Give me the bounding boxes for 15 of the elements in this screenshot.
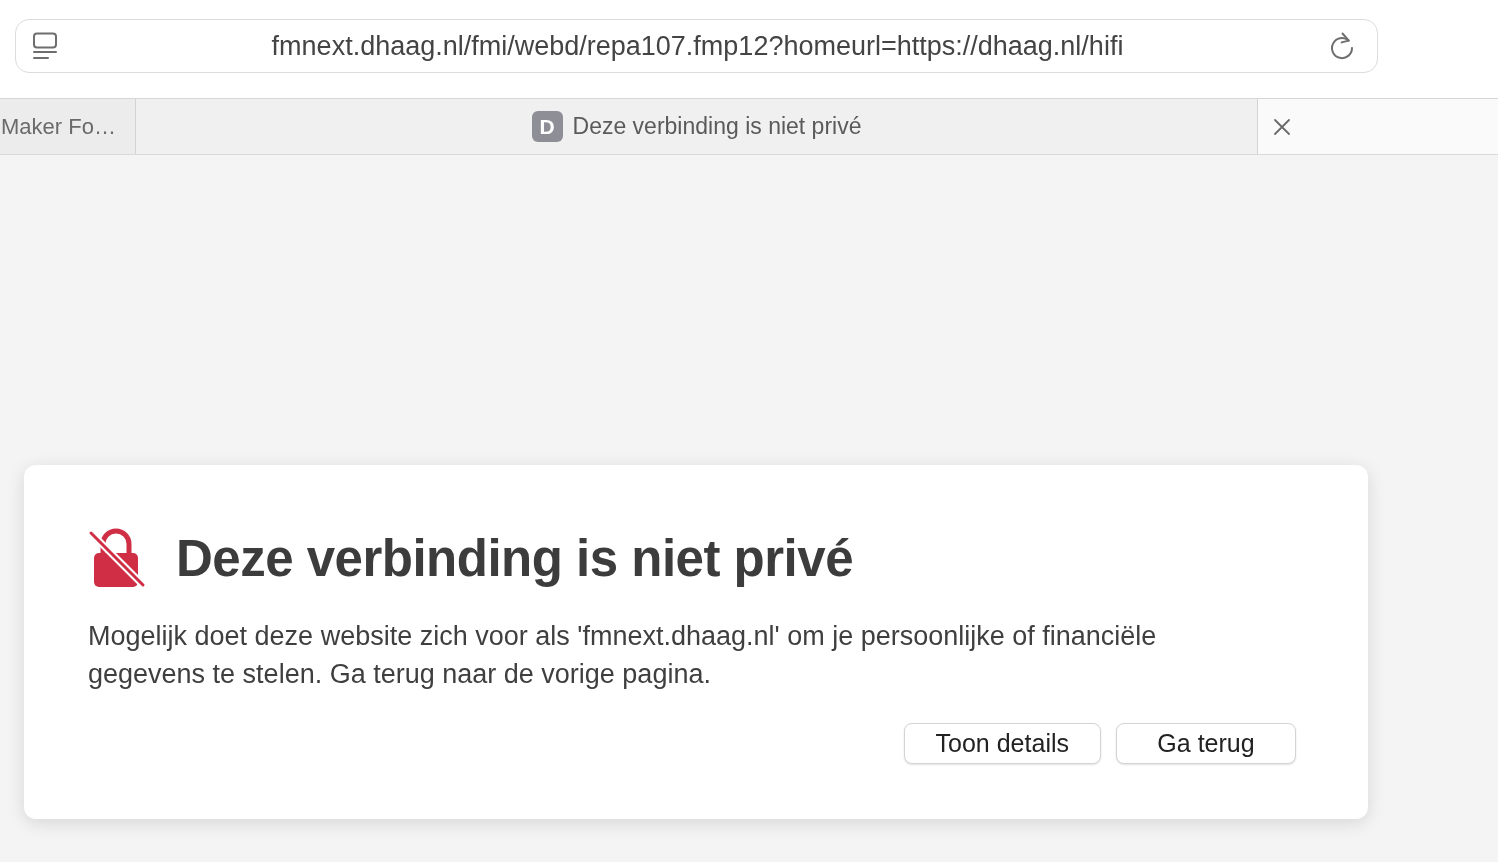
browser-tab[interactable]: Maker Fo…	[0, 99, 136, 154]
address-bar[interactable]: fmnext.dhaag.nl/fmi/webd/repa107.fmp12?homeurl=https://dhaag.nl/hifi	[15, 19, 1378, 73]
tab-title: Maker Fo…	[1, 113, 116, 140]
url-text: fmnext.dhaag.nl/fmi/webd/repa107.fmp12?homeurl=https://dhaag.nl/hifi	[270, 30, 1125, 62]
reload-icon[interactable]	[1329, 32, 1355, 60]
favicon: D	[531, 111, 563, 142]
dialog-button[interactable]: Ga terug	[1116, 723, 1296, 764]
tab-title: Deze verbinding is niet privé	[572, 113, 862, 140]
page-menu-icon[interactable]	[32, 32, 58, 60]
close-icon	[1273, 117, 1291, 136]
browser-tab[interactable]: D Deze verbinding is niet privé	[136, 99, 1258, 154]
crossed-padlock-icon	[88, 527, 146, 589]
warning-message: Mogelijk doet deze website zich voor als 'fmnext.dhaag.nl' om je persoonlijke of financiële gegevens te stelen. Ga terug naar de vorige pagina.	[88, 620, 1158, 691]
dialog-button[interactable]: Toon details	[903, 723, 1101, 764]
warning-title: Deze verbinding is niet privé	[176, 528, 853, 588]
